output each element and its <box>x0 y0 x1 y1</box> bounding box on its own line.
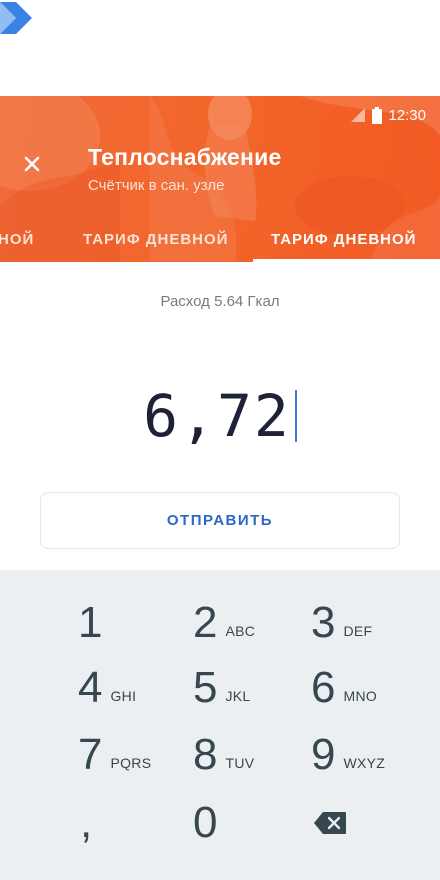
key-3-digit: 3 <box>311 598 336 647</box>
key-9-digit: 9 <box>311 730 336 779</box>
numeric-keyboard: 1 2 ABC 3 DEF 4 GHI 5 JKL 6 MNO 7 PQRS 8… <box>0 570 440 880</box>
key-8-letters: TUV <box>225 755 255 771</box>
key-0[interactable]: 0 <box>193 792 217 854</box>
key-7-digit: 7 <box>78 730 103 779</box>
key-1-digit: 1 <box>78 598 103 647</box>
key-2[interactable]: 2 ABC <box>193 592 255 654</box>
key-5[interactable]: 5 JKL <box>193 657 251 719</box>
backspace-key[interactable] <box>313 792 347 854</box>
key-6-letters: MNO <box>343 688 378 704</box>
tab-tariff-day-active[interactable]: ТАРИФ ДНЕВНОЙ <box>271 231 416 248</box>
key-4[interactable]: 4 GHI <box>78 657 136 719</box>
key-3-letters: DEF <box>343 623 373 639</box>
page-subtitle: Счётчик в сан. узле <box>88 177 225 194</box>
text-cursor <box>294 390 297 442</box>
key-6-digit: 6 <box>311 663 336 712</box>
tab-tariff-day[interactable]: ТАРИФ ДНЕВНОЙ <box>83 231 228 248</box>
key-9-letters: WXYZ <box>343 755 386 771</box>
active-tab-indicator <box>253 259 440 262</box>
status-bar: 12:30 <box>350 104 426 126</box>
key-9[interactable]: 9 WXYZ <box>311 724 385 786</box>
key-2-digit: 2 <box>193 598 218 647</box>
key-2-letters: ABC <box>225 623 256 639</box>
key-3[interactable]: 3 DEF <box>311 592 372 654</box>
meter-reading-input[interactable]: 6,72 <box>0 382 440 450</box>
key-7[interactable]: 7 PQRS <box>78 724 151 786</box>
key-5-digit: 5 <box>193 663 218 712</box>
app-logo-icon <box>0 2 32 34</box>
tariff-tabs: НОЙ ТАРИФ ДНЕВНОЙ ТАРИФ ДНЕВНОЙ <box>0 222 440 262</box>
key-5-letters: JKL <box>225 688 251 704</box>
meter-reading-value: 6,72 <box>143 382 291 450</box>
tab-tariff-partial[interactable]: НОЙ <box>0 231 34 248</box>
close-icon <box>24 156 40 172</box>
key-0-digit: 0 <box>193 798 218 847</box>
key-4-digit: 4 <box>78 663 103 712</box>
send-button[interactable]: ОТПРАВИТЬ <box>40 492 400 549</box>
usage-text: Расход 5.64 Гкал <box>160 293 280 310</box>
key-7-letters: PQRS <box>110 755 152 771</box>
battery-icon <box>372 106 383 124</box>
status-time: 12:30 <box>388 106 426 124</box>
key-8[interactable]: 8 TUV <box>193 724 254 786</box>
signal-icon <box>351 108 366 122</box>
key-comma[interactable]: , <box>80 792 92 854</box>
key-8-digit: 8 <box>193 730 218 779</box>
key-4-letters: GHI <box>110 688 137 704</box>
backspace-icon <box>314 812 346 834</box>
key-1[interactable]: 1 <box>78 592 102 654</box>
page-title: Теплоснабжение <box>88 144 282 170</box>
app-header: 12:30 Теплоснабжение Счётчик в сан. узле… <box>0 96 440 262</box>
close-button[interactable] <box>16 148 48 180</box>
key-6[interactable]: 6 MNO <box>311 657 377 719</box>
key-comma-digit: , <box>80 798 93 847</box>
